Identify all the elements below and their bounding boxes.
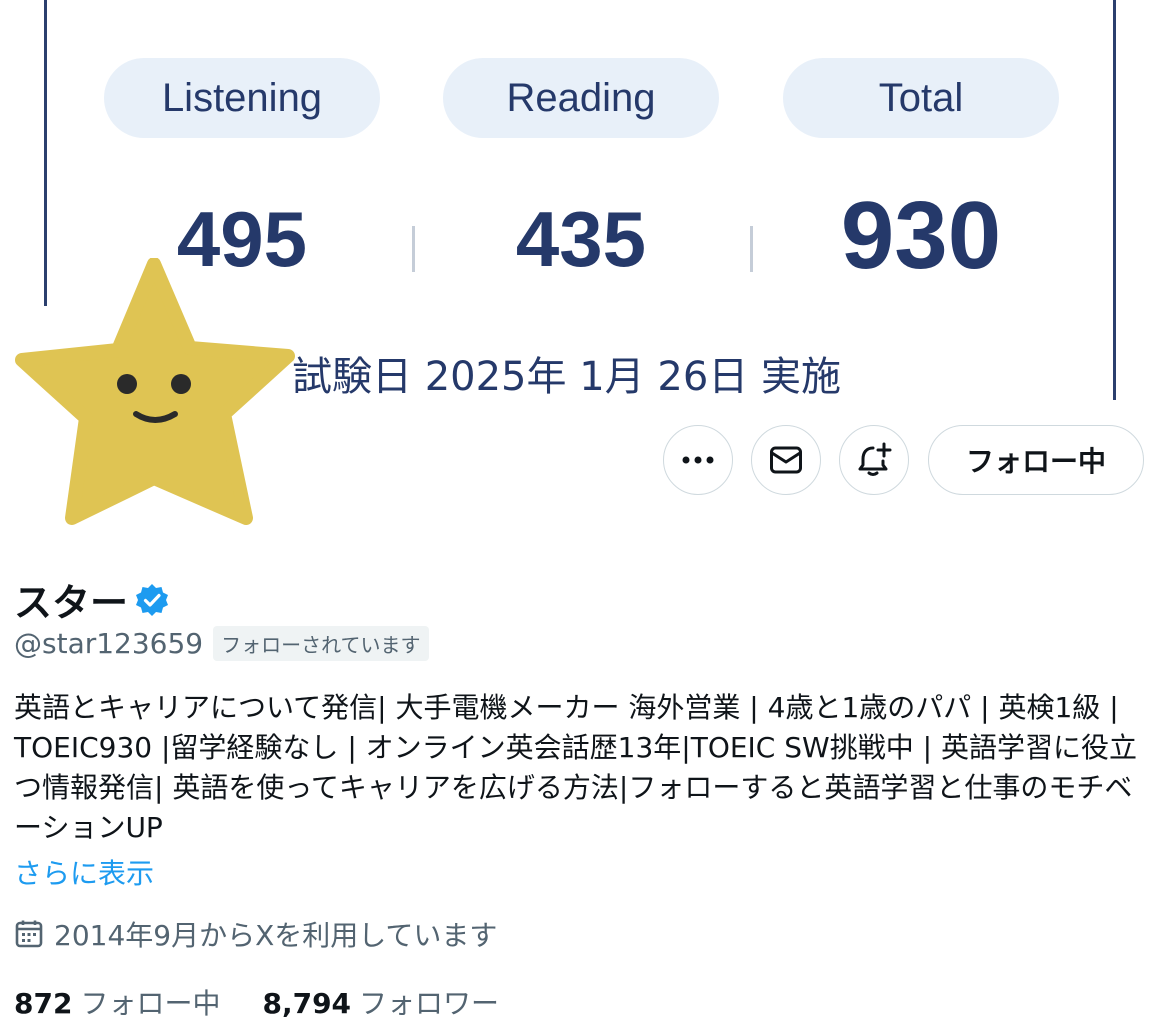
total-score: 930 [840,182,1002,289]
followers-count: 8,794 [262,987,352,1020]
following-count: 872 [14,987,73,1020]
following-stat[interactable]: 872 フォロー中 [14,982,220,1022]
listening-label: Listening [104,58,380,138]
following-label: フォロー中 [80,987,221,1020]
banner-border-right [1113,0,1116,400]
display-name-row: スター [14,572,170,627]
profile-page: Listening Reading Total 495 435 930 試験日 … [0,0,1170,1034]
bell-plus-icon [858,442,892,476]
star-smiley-avatar-icon [15,257,295,525]
avatar[interactable] [14,257,298,526]
follow-stats: 872 フォロー中 8,794 フォロワー [14,982,499,1022]
verified-badge-icon[interactable] [134,582,170,618]
envelope-icon [770,446,802,474]
more-button[interactable] [663,425,733,495]
more-horizontal-icon [682,456,714,464]
joined-date-row: 2014年9月からXを利用しています [14,914,497,954]
calendar-icon [15,920,43,948]
profile-bio: 英語とキャリアについて発信| 大手電機メーカー 海外営業 | 4歳と1歳のパパ … [14,691,1137,844]
message-button[interactable] [751,425,821,495]
score-divider [412,226,415,272]
follows-you-badge: フォローされています [213,626,429,661]
reading-label: Reading [443,58,719,138]
joined-date: 2014年9月からXを利用しています [54,919,498,952]
followers-stat[interactable]: 8,794 フォロワー [262,982,499,1022]
handle-row: @star123659 フォローされています [14,626,429,661]
followers-label: フォロワー [359,987,500,1020]
show-more-link[interactable]: さらに表示 [14,852,154,892]
user-handle: @star123659 [14,627,204,660]
following-button[interactable]: フォロー中 [928,425,1144,495]
notifications-button[interactable] [839,425,909,495]
score-divider [750,226,753,272]
display-name: スター [14,581,129,625]
total-label: Total [783,58,1059,138]
exam-date: 試験日 2025年 1月 26日 実施 [292,354,842,400]
reading-score: 435 [515,195,647,283]
